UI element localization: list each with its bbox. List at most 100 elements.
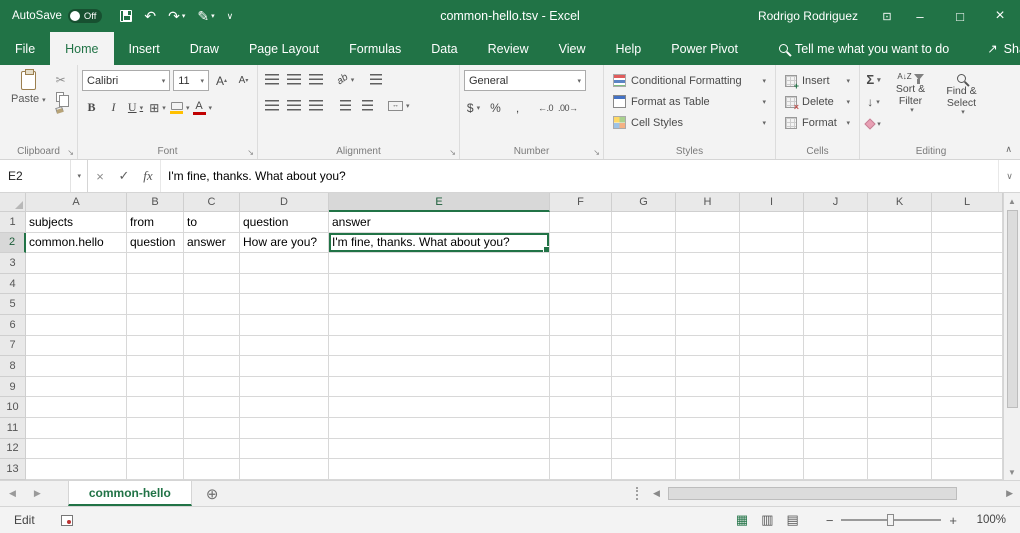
horizontal-scroll-thumb[interactable] (668, 487, 957, 500)
cell-G13[interactable] (612, 459, 676, 480)
cell-L12[interactable] (932, 439, 1003, 460)
cell-B2[interactable]: question (127, 233, 184, 254)
cell-G9[interactable] (612, 377, 676, 398)
ribbon-display-options-icon[interactable]: ⊡ (874, 10, 900, 23)
sheet-tab-common-hello[interactable]: common-hello (68, 481, 192, 506)
cell-L2[interactable] (932, 233, 1003, 254)
cell-J2[interactable] (804, 233, 868, 254)
cell-B13[interactable] (127, 459, 184, 480)
cell-A4[interactable] (26, 274, 127, 295)
cell-E10[interactable] (329, 397, 550, 418)
cell-E4[interactable] (329, 274, 550, 295)
delete-cells-button[interactable]: Delete (780, 91, 855, 112)
cell-I12[interactable] (740, 439, 804, 460)
cell-C12[interactable] (184, 439, 240, 460)
cell-L10[interactable] (932, 397, 1003, 418)
cell-I7[interactable] (740, 336, 804, 357)
cell-L9[interactable] (932, 377, 1003, 398)
redo-icon[interactable]: ↷▾ (168, 8, 185, 25)
cell-C13[interactable] (184, 459, 240, 480)
cell-I8[interactable] (740, 356, 804, 377)
cell-F9[interactable] (550, 377, 612, 398)
copy-icon[interactable] (56, 92, 64, 102)
column-header-D[interactable]: D (240, 193, 329, 212)
zoom-in-icon[interactable]: + (949, 513, 957, 528)
cell-L4[interactable] (932, 274, 1003, 295)
row-header-1[interactable]: 1 (0, 212, 26, 233)
cell-I3[interactable] (740, 253, 804, 274)
maximize-button[interactable]: □ (940, 0, 980, 32)
cell-J13[interactable] (804, 459, 868, 480)
cell-A5[interactable] (26, 294, 127, 315)
cell-K2[interactable] (868, 233, 932, 254)
cell-H2[interactable] (676, 233, 740, 254)
cell-J4[interactable] (804, 274, 868, 295)
cell-C4[interactable] (184, 274, 240, 295)
clipboard-dialog-launcher-icon[interactable]: ↘ (67, 148, 74, 157)
autosave-toggle[interactable]: AutoSave Off (0, 9, 112, 23)
cell-D12[interactable] (240, 439, 329, 460)
cell-E12[interactable] (329, 439, 550, 460)
cell-J11[interactable] (804, 418, 868, 439)
page-break-view-icon[interactable]: ▤ (787, 512, 799, 528)
clear-button[interactable] (864, 114, 883, 133)
cell-I2[interactable] (740, 233, 804, 254)
cell-D5[interactable] (240, 294, 329, 315)
conditional-formatting-button[interactable]: Conditional Formatting (608, 70, 771, 91)
cell-B6[interactable] (127, 315, 184, 336)
cell-H11[interactable] (676, 418, 740, 439)
cell-J10[interactable] (804, 397, 868, 418)
cell-L11[interactable] (932, 418, 1003, 439)
cell-J7[interactable] (804, 336, 868, 357)
cell-H3[interactable] (676, 253, 740, 274)
tab-insert[interactable]: Insert (114, 32, 175, 65)
cell-D2[interactable]: How are you? (240, 233, 329, 254)
insert-cells-button[interactable]: Insert (780, 70, 855, 91)
cell-C11[interactable] (184, 418, 240, 439)
scroll-down-icon[interactable]: ▼ (1008, 464, 1016, 480)
tab-power-pivot[interactable]: Power Pivot (656, 32, 753, 65)
row-header-2[interactable]: 2 (0, 233, 26, 254)
cell-C8[interactable] (184, 356, 240, 377)
paste-button[interactable]: Paste (4, 70, 53, 106)
cell-C7[interactable] (184, 336, 240, 357)
vertical-scroll-thumb[interactable] (1007, 210, 1018, 408)
cell-E6[interactable] (329, 315, 550, 336)
align-middle-icon[interactable] (284, 70, 303, 89)
cell-C9[interactable] (184, 377, 240, 398)
font-color-icon[interactable]: A (193, 98, 213, 117)
increase-indent-icon[interactable] (358, 96, 377, 115)
cell-D3[interactable] (240, 253, 329, 274)
cell-H7[interactable] (676, 336, 740, 357)
cell-B10[interactable] (127, 397, 184, 418)
cell-G7[interactable] (612, 336, 676, 357)
cell-I10[interactable] (740, 397, 804, 418)
cell-G2[interactable] (612, 233, 676, 254)
cell-G1[interactable] (612, 212, 676, 233)
insert-function-icon[interactable]: fx (136, 160, 160, 192)
cell-A2[interactable]: common.hello (26, 233, 127, 254)
collapse-ribbon-icon[interactable]: ∧ (1005, 144, 1012, 155)
cell-F8[interactable] (550, 356, 612, 377)
cell-G10[interactable] (612, 397, 676, 418)
cut-icon[interactable]: ✂ (56, 73, 66, 87)
cell-G11[interactable] (612, 418, 676, 439)
increase-font-size-icon[interactable]: A▴ (212, 71, 231, 90)
cell-B5[interactable] (127, 294, 184, 315)
accounting-format-icon[interactable]: $ (464, 98, 483, 117)
tab-file[interactable]: File (0, 32, 50, 65)
cell-A9[interactable] (26, 377, 127, 398)
cell-K12[interactable] (868, 439, 932, 460)
column-header-C[interactable]: C (184, 193, 240, 212)
underline-button[interactable]: U (126, 98, 145, 117)
cell-J8[interactable] (804, 356, 868, 377)
cell-B11[interactable] (127, 418, 184, 439)
tab-page-layout[interactable]: Page Layout (234, 32, 334, 65)
autosave-pill[interactable]: Off (68, 9, 103, 23)
cell-C1[interactable]: to (184, 212, 240, 233)
cell-F3[interactable] (550, 253, 612, 274)
tab-help[interactable]: Help (601, 32, 657, 65)
zoom-out-icon[interactable]: − (826, 513, 834, 528)
row-header-10[interactable]: 10 (0, 397, 26, 418)
alignment-dialog-launcher-icon[interactable]: ↘ (449, 148, 456, 157)
